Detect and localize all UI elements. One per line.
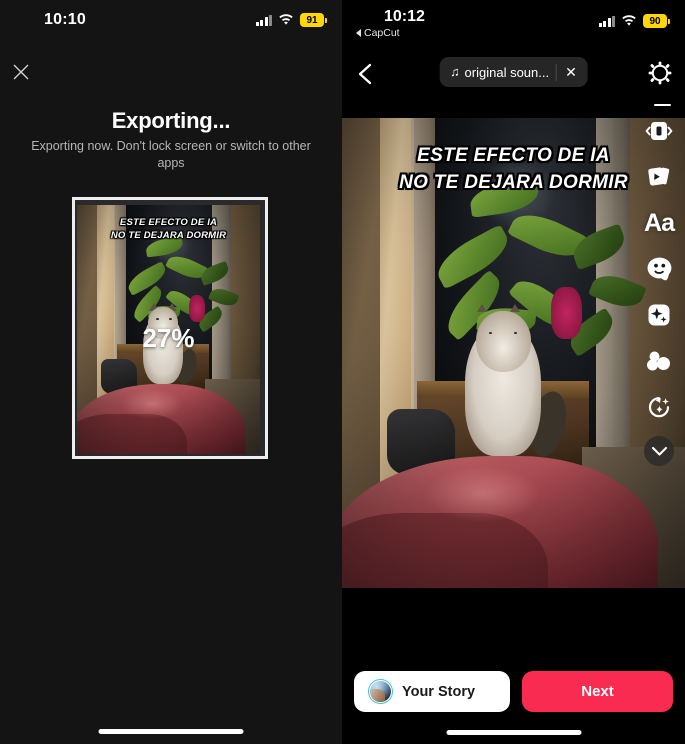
home-indicator: [446, 730, 581, 735]
avatar: [368, 679, 393, 704]
status-bar-right: 10:12 CapCut 90: [342, 0, 685, 46]
music-track-title: original soun...: [464, 64, 550, 80]
your-story-label: Your Story: [402, 683, 476, 700]
dual-screenshot: 10:10 91 Exporting... Exporting now. Don…: [0, 0, 685, 744]
editor-bottom-bar: Your Story Next: [354, 671, 673, 712]
story-overlay-text[interactable]: ESTE EFECTO DE IA NO TE DEJARA DORMIR: [342, 142, 685, 196]
status-indicators: 91: [255, 13, 327, 27]
text-aa-icon[interactable]: Aa: [639, 200, 679, 246]
story-overlay-line2: NO TE DEJARA DORMIR: [399, 172, 628, 193]
home-indicator: [98, 729, 244, 734]
story-overlay-line1: ESTE EFECTO DE IA: [417, 145, 610, 166]
wifi-icon: [278, 14, 294, 26]
partial-indicator: [654, 104, 671, 106]
cellular-bars-icon: [598, 15, 615, 27]
music-note-icon: ♫: [450, 65, 460, 79]
editor-top-bar: ♫ original soun... ✕: [342, 56, 685, 92]
page-title: Exporting...: [111, 108, 231, 133]
next-button[interactable]: Next: [522, 671, 673, 712]
export-progress-label: 27%: [142, 323, 195, 353]
your-story-button[interactable]: Your Story: [354, 671, 510, 712]
chevron-down-icon[interactable]: [644, 436, 674, 466]
preview-overlay-line2: NO TE DEJARA DORMIR: [110, 230, 227, 241]
capcut-export-screen: 10:10 91 Exporting... Exporting now. Don…: [0, 0, 342, 744]
draw-blobs-icon[interactable]: [639, 338, 679, 384]
audio-sparkle-icon[interactable]: [639, 384, 679, 430]
sticker-face-icon[interactable]: [639, 246, 679, 292]
status-time: 10:10: [44, 11, 86, 28]
editor-toolbar: Aa: [637, 108, 681, 466]
next-label: Next: [581, 683, 614, 700]
chevron-left-icon[interactable]: [353, 60, 379, 88]
close-icon[interactable]: [11, 62, 31, 82]
wifi-icon: [621, 15, 637, 27]
instagram-story-editor-screen: 10:12 CapCut 90 ♫ original soun... ✕ EST…: [342, 0, 685, 744]
preview-image: ESTE EFECTO DE IA NO TE DEJARA DORMIR 27…: [77, 205, 260, 454]
text-aa-label: Aa: [644, 208, 675, 237]
back-to-app-link[interactable]: CapCut: [356, 27, 400, 39]
status-indicators: 90: [598, 14, 670, 28]
story-canvas[interactable]: ESTE EFECTO DE IA NO TE DEJARA DORMIR: [342, 118, 685, 588]
status-bar-left: 10:10 91: [0, 0, 342, 44]
resize-aspect-icon[interactable]: [639, 108, 679, 154]
gear-icon[interactable]: [645, 58, 675, 88]
export-preview: ESTE EFECTO DE IA NO TE DEJARA DORMIR 27…: [72, 197, 268, 459]
divider: [556, 63, 558, 81]
status-time: 10:12: [384, 8, 425, 25]
back-triangle-icon: [356, 29, 361, 37]
cellular-bars-icon: [255, 14, 272, 26]
preview-overlay-line1: ESTE EFECTO DE IA: [119, 217, 218, 228]
music-track-pill[interactable]: ♫ original soun... ✕: [439, 57, 588, 87]
back-app-label: CapCut: [364, 27, 400, 39]
sparkle-effects-icon[interactable]: [639, 292, 679, 338]
card-stack-icon[interactable]: [639, 154, 679, 200]
preview-overlay-text: ESTE EFECTO DE IA NO TE DEJARA DORMIR: [77, 216, 260, 242]
battery-icon: 91: [300, 13, 327, 27]
battery-icon: 90: [643, 14, 670, 28]
page-subtitle: Exporting now. Don't lock screen or swit…: [31, 139, 311, 170]
close-icon[interactable]: ✕: [565, 65, 586, 79]
